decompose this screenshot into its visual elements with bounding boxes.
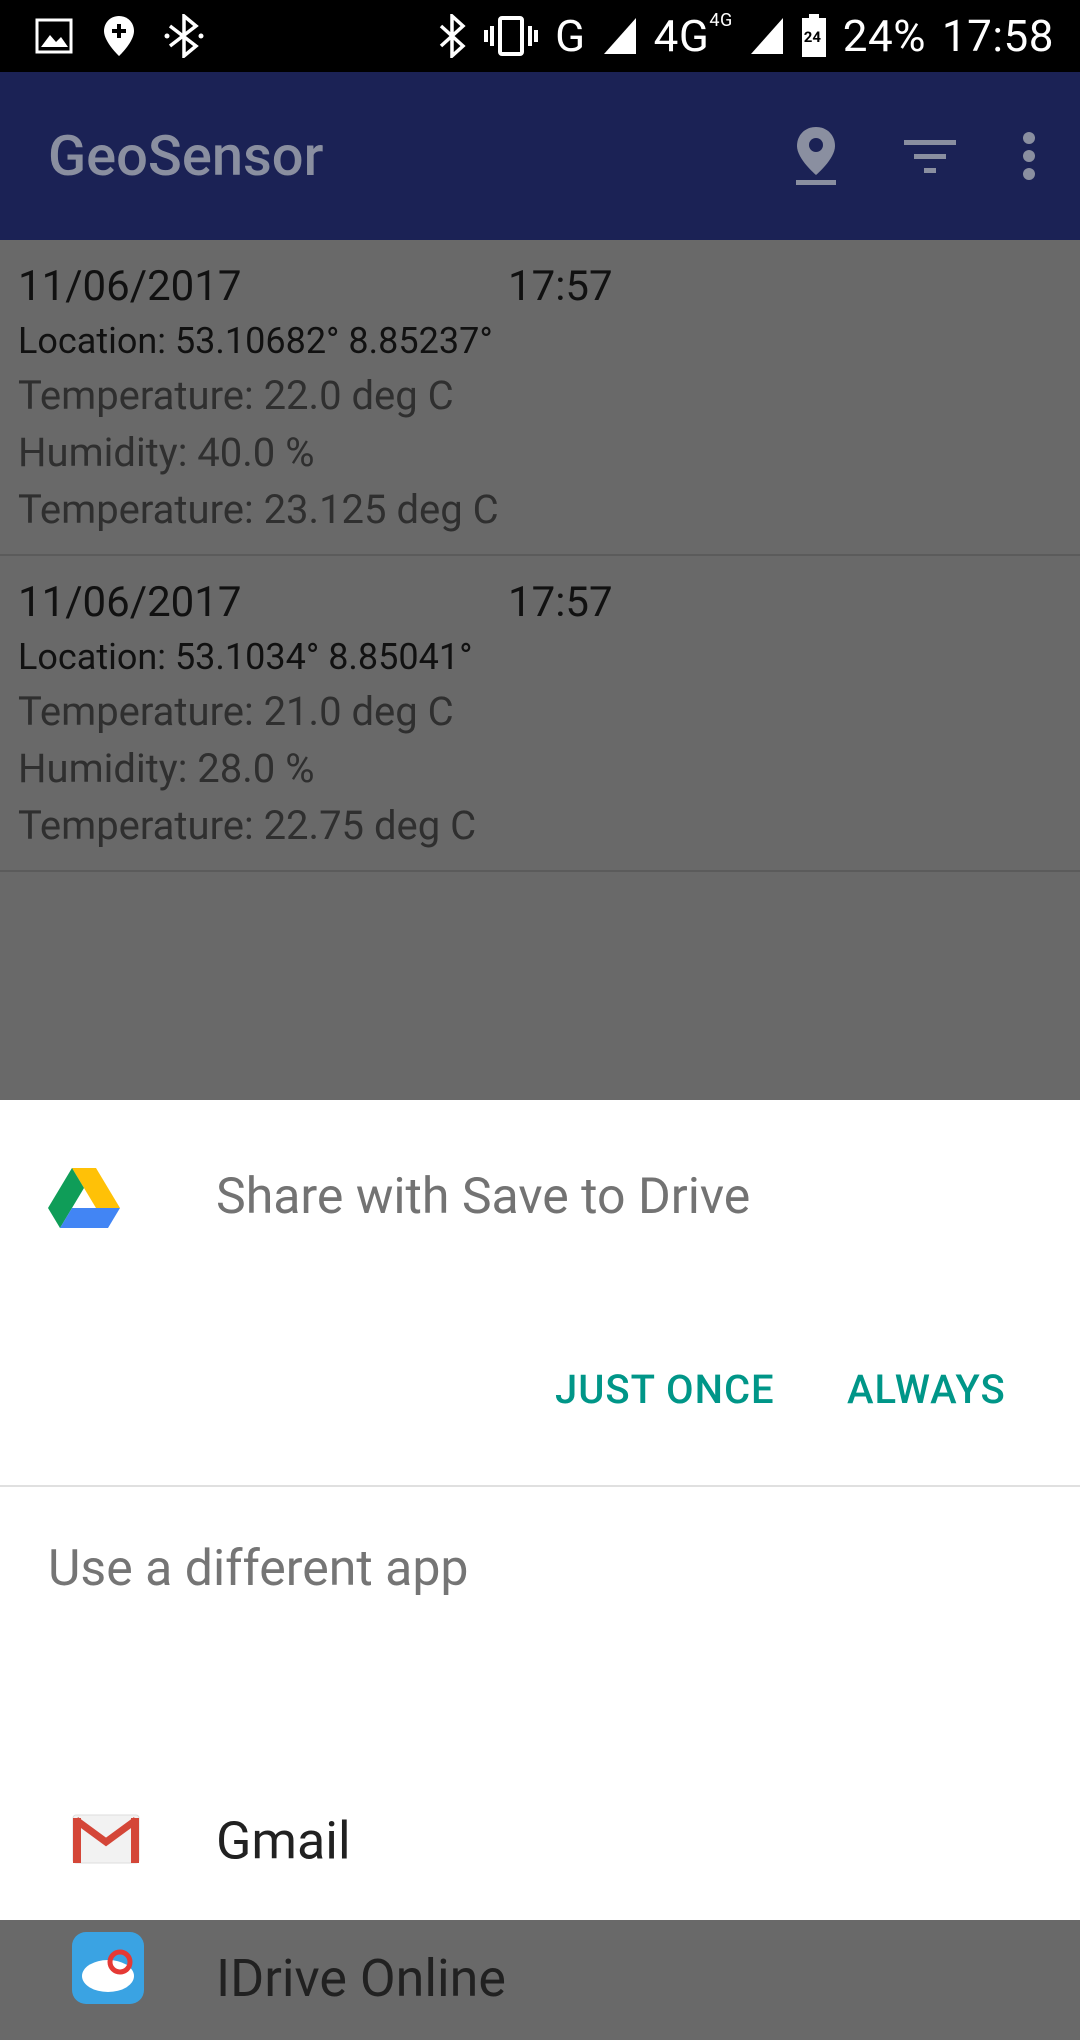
- battery-icon: 24: [801, 14, 827, 58]
- divider: [0, 1485, 1080, 1487]
- bluetooth-icon: [164, 14, 204, 58]
- network-4g-small: 4G: [709, 10, 733, 31]
- app-bar-actions: [794, 125, 1036, 187]
- status-bar-left: [34, 14, 204, 58]
- record-item[interactable]: 11/06/2017 17:57 Location: 53.10682° 8.8…: [0, 240, 1080, 556]
- records-list: 11/06/2017 17:57 Location: 53.10682° 8.8…: [0, 240, 1080, 872]
- app-item-idrive[interactable]: IDrive Online: [0, 1890, 1080, 2040]
- network-type-g: G: [555, 10, 586, 62]
- clock: 17:58: [941, 10, 1054, 62]
- image-icon: [34, 17, 74, 55]
- signal-icon: [749, 16, 785, 56]
- sheet-header: Share with Save to Drive: [0, 1100, 1080, 1300]
- location-pin-icon[interactable]: [794, 125, 838, 187]
- record-line: Temperature: 23.125 deg C: [18, 486, 499, 533]
- app-item-label: Gmail: [216, 1810, 351, 1872]
- status-bar-right: G 4G4G 24 24% 17:58: [437, 10, 1054, 62]
- record-line: Temperature: 22.0 deg C: [18, 372, 454, 419]
- record-line: Temperature: 21.0 deg C: [18, 688, 454, 735]
- app-title: GeoSensor: [48, 123, 324, 189]
- record-time: 17:57: [508, 262, 613, 311]
- record-date: 11/06/2017: [18, 578, 242, 627]
- more-vert-icon[interactable]: [1022, 131, 1036, 181]
- record-time: 17:57: [508, 578, 613, 627]
- record-line: Humidity: 28.0 %: [18, 745, 315, 792]
- network-4g-label: 4G: [653, 10, 710, 62]
- record-line: Temperature: 22.75 deg C: [18, 802, 477, 849]
- battery-level: 24: [803, 28, 821, 46]
- bluetooth-icon: [437, 14, 467, 58]
- sheet-title: Share with Save to Drive: [216, 1168, 751, 1226]
- idrive-icon: [72, 1932, 144, 2008]
- google-drive-icon: [48, 1166, 120, 1234]
- record-location: Location: 53.10682° 8.85237°: [18, 320, 493, 362]
- just-once-button[interactable]: JUST ONCE: [555, 1366, 775, 1413]
- app-item-label: IDrive Online: [216, 1948, 506, 2009]
- gmail-icon: [72, 1814, 140, 1868]
- share-bottom-sheet: Share with Save to Drive JUST ONCE ALWAY…: [0, 1100, 1080, 2009]
- record-line: Humidity: 40.0 %: [18, 429, 315, 476]
- signal-icon: [602, 16, 638, 56]
- battery-percent: 24%: [842, 10, 926, 62]
- always-button[interactable]: ALWAYS: [847, 1366, 1006, 1413]
- different-app-label: Use a different app: [48, 1540, 469, 1598]
- network-type-4g: 4G4G: [654, 10, 733, 62]
- filter-icon[interactable]: [902, 136, 958, 176]
- location-plus-icon: [102, 14, 136, 58]
- record-item[interactable]: 11/06/2017 17:57 Location: 53.1034° 8.85…: [0, 556, 1080, 872]
- status-bar: G 4G4G 24 24% 17:58: [0, 0, 1080, 72]
- record-location: Location: 53.1034° 8.85041°: [18, 636, 473, 678]
- app-bar: GeoSensor: [0, 72, 1080, 240]
- vibrate-icon: [483, 14, 539, 58]
- record-date: 11/06/2017: [18, 262, 242, 311]
